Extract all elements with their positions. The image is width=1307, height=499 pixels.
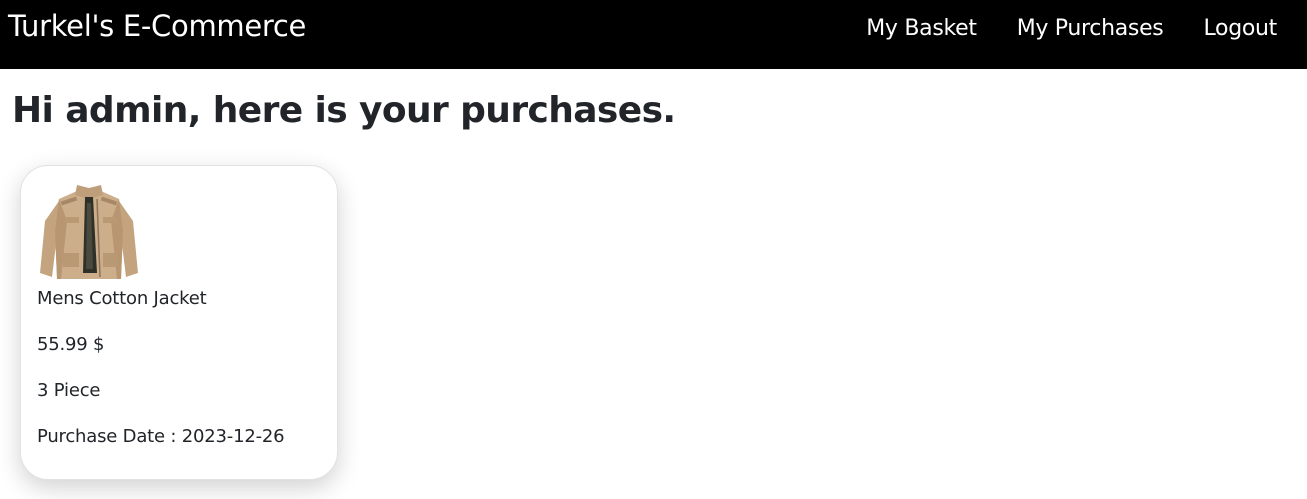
nav-logout-link[interactable]: Logout <box>1203 14 1277 44</box>
jacket-image <box>40 185 138 279</box>
brand-link[interactable]: Turkel's E-Commerce <box>8 8 306 44</box>
nav-my-purchases-link[interactable]: My Purchases <box>1017 14 1164 44</box>
purchase-date: Purchase Date : 2023-12-26 <box>37 426 285 447</box>
page-title: Hi admin, here is your purchases. <box>12 90 676 131</box>
product-quantity: 3 Piece <box>37 380 101 401</box>
nav-my-basket-link[interactable]: My Basket <box>866 14 977 44</box>
product-price: 55.99 $ <box>37 334 105 355</box>
purchase-card: Mens Cotton Jacket 55.99 $ 3 Piece Purch… <box>20 165 338 480</box>
top-navbar: Turkel's E-Commerce My Basket My Purchas… <box>0 0 1307 69</box>
product-title: Mens Cotton Jacket <box>37 288 207 309</box>
nav-links: My Basket My Purchases Logout <box>866 14 1277 44</box>
